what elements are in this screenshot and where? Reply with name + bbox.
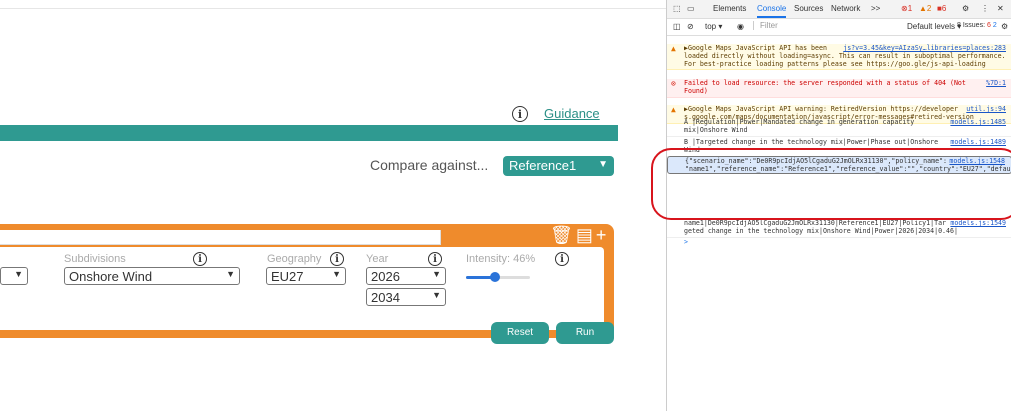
geography-select[interactable]: EU27 ▼ (266, 267, 346, 285)
kebab-menu-icon[interactable]: ⋮ (981, 4, 989, 13)
warning-count: 2 (926, 4, 932, 13)
trash-icon[interactable]: 🗑 (550, 225, 573, 246)
devtools-panel: ⬚ ▭ Elements Console Sources Network >> … (666, 0, 1011, 411)
policy-name-input[interactable] (0, 230, 441, 248)
geography-value: EU27 (271, 269, 304, 284)
year-label: Year (366, 253, 389, 265)
clear-console-icon[interactable]: ⊘ (687, 22, 694, 31)
source-link[interactable]: models.js:1485 (950, 118, 1006, 127)
more-tabs[interactable]: >> (871, 4, 880, 13)
source-link[interactable]: %7D:1 (986, 79, 1006, 88)
chevron-down-icon: ▼ (226, 269, 235, 279)
error-icon: ⊗ (671, 79, 676, 88)
eye-icon[interactable]: ◉ (737, 22, 744, 31)
console-message[interactable]: {"scenario_name":"De0R9pcIdjAO5lCgaduG2J… (667, 156, 1011, 174)
info-icon[interactable]: i (330, 252, 344, 266)
devtools-tabbar: ⬚ ▭ Elements Console Sources Network >> … (667, 0, 1011, 19)
inspect-icon[interactable]: ⬚ (673, 4, 681, 13)
console-message-text: A |Regulation|Power|Mandated change in g… (684, 118, 915, 134)
console-message[interactable]: ▲ ▶Google Maps JavaScript API has been lo… (667, 44, 1011, 71)
default-levels-value: Default levels (907, 22, 956, 31)
year-end-value: 2034 (371, 290, 400, 305)
geography-label: Geography (267, 253, 322, 265)
console-message[interactable]: ⊗ Failed to load resource: the server res… (667, 79, 1011, 98)
source-link[interactable]: models.js:1489 (950, 138, 1006, 147)
copy-icon[interactable]: ▤ (576, 225, 593, 246)
info-icon[interactable]: i (555, 252, 569, 266)
top-divider (0, 8, 666, 9)
info-icon[interactable]: i (193, 252, 207, 266)
issues-counter[interactable]: 8 Issues: 6 2 (957, 22, 997, 29)
console-settings-icon[interactable]: ⚙ (1001, 22, 1008, 31)
compare-select[interactable]: Reference1 ▼ (503, 156, 614, 176)
guidance-link[interactable]: Guidance (544, 106, 600, 121)
year-end-select[interactable]: 2034 ▼ (366, 288, 446, 306)
chevron-down-icon: ▼ (598, 159, 608, 170)
category-select[interactable]: ▼ (0, 267, 28, 285)
context-select[interactable]: top ▾ (705, 22, 722, 31)
source-link[interactable]: util.js:94 (966, 105, 1006, 114)
console-message[interactable]: A |Regulation|Power|Mandated change in g… (667, 118, 1011, 137)
close-icon[interactable]: ✕ (997, 4, 1004, 13)
year-start-select[interactable]: 2026 ▼ (366, 267, 446, 285)
panel-tools: 🗑 ▤ + (550, 225, 606, 246)
chevron-down-icon: ▼ (14, 269, 23, 279)
source-link[interactable]: js?v=3.45&key=AIzaSy…libraries=places:28… (843, 44, 1006, 53)
warning-count-icon[interactable]: ▲2 (919, 4, 931, 13)
tab-elements[interactable]: Elements (713, 4, 746, 13)
filter-input[interactable]: Filter (753, 21, 910, 30)
issue-count: 6 (941, 4, 947, 13)
default-levels-select[interactable]: Default levels ▾ (907, 22, 961, 31)
info-icon[interactable]: i (428, 252, 442, 266)
device-toggle-icon[interactable]: ▭ (687, 4, 695, 13)
console-toolbar: ◫ ⊘ top ▾ ◉ Filter Default levels ▾ 8 Is… (667, 19, 1011, 36)
compare-select-value: Reference1 (509, 158, 577, 173)
console-message[interactable]: B |Targeted change in the technology mix… (667, 138, 1011, 157)
compare-label: Compare against... (370, 157, 489, 173)
context-value: top (705, 22, 717, 31)
console-message-text: B |Targeted change in the technology mix… (684, 138, 939, 154)
warning-icon: ▲ (671, 44, 676, 53)
intensity-slider[interactable] (466, 272, 530, 282)
issue-count-icon[interactable]: ■6 (937, 4, 946, 13)
issues-label: 8 Issues: (957, 22, 986, 29)
intensity-label: Intensity: 46% (466, 253, 536, 265)
chevron-down-icon: ▼ (432, 269, 441, 279)
tab-sources[interactable]: Sources (794, 4, 823, 13)
warning-icon: ▲ (671, 105, 676, 114)
console-message[interactable]: name1|De0R9pcIdjAO5lCgaduG2JmOLRx31130|R… (667, 219, 1011, 238)
console-message-text: Failed to load resource: the server resp… (684, 79, 966, 95)
issues-a: 6 (986, 22, 991, 29)
tab-network[interactable]: Network (831, 4, 860, 13)
error-count: 1 (907, 4, 913, 13)
source-link[interactable]: models.js:1549 (950, 219, 1006, 228)
reset-button[interactable]: Reset (491, 322, 549, 344)
year-start-value: 2026 (371, 269, 400, 284)
console-message-text: name1|De0R9pcIdjAO5lCgaduG2JmOLRx31130|R… (684, 219, 958, 235)
chevron-down-icon: ▼ (332, 269, 341, 279)
console-prompt[interactable]: > (667, 238, 1011, 248)
subdivisions-label: Subdivisions (64, 253, 126, 265)
info-icon[interactable]: i (512, 106, 528, 122)
plus-icon[interactable]: + (596, 225, 607, 246)
source-link[interactable]: models.js:1548 (949, 157, 1005, 166)
teal-header-bar (0, 125, 618, 141)
subdivisions-select[interactable]: Onshore Wind ▼ (64, 267, 240, 285)
settings-gear-icon[interactable]: ⚙ (962, 4, 969, 13)
web-app: i Guidance Compare against... Reference1… (0, 0, 666, 411)
subdivisions-value: Onshore Wind (69, 269, 153, 284)
issues-b: 2 (992, 22, 997, 29)
error-count-icon[interactable]: ⊗1 (901, 4, 912, 13)
sidebar-toggle-icon[interactable]: ◫ (673, 22, 681, 31)
run-button[interactable]: Run (556, 322, 614, 344)
tab-console[interactable]: Console (757, 4, 787, 18)
chevron-down-icon: ▼ (432, 290, 441, 300)
